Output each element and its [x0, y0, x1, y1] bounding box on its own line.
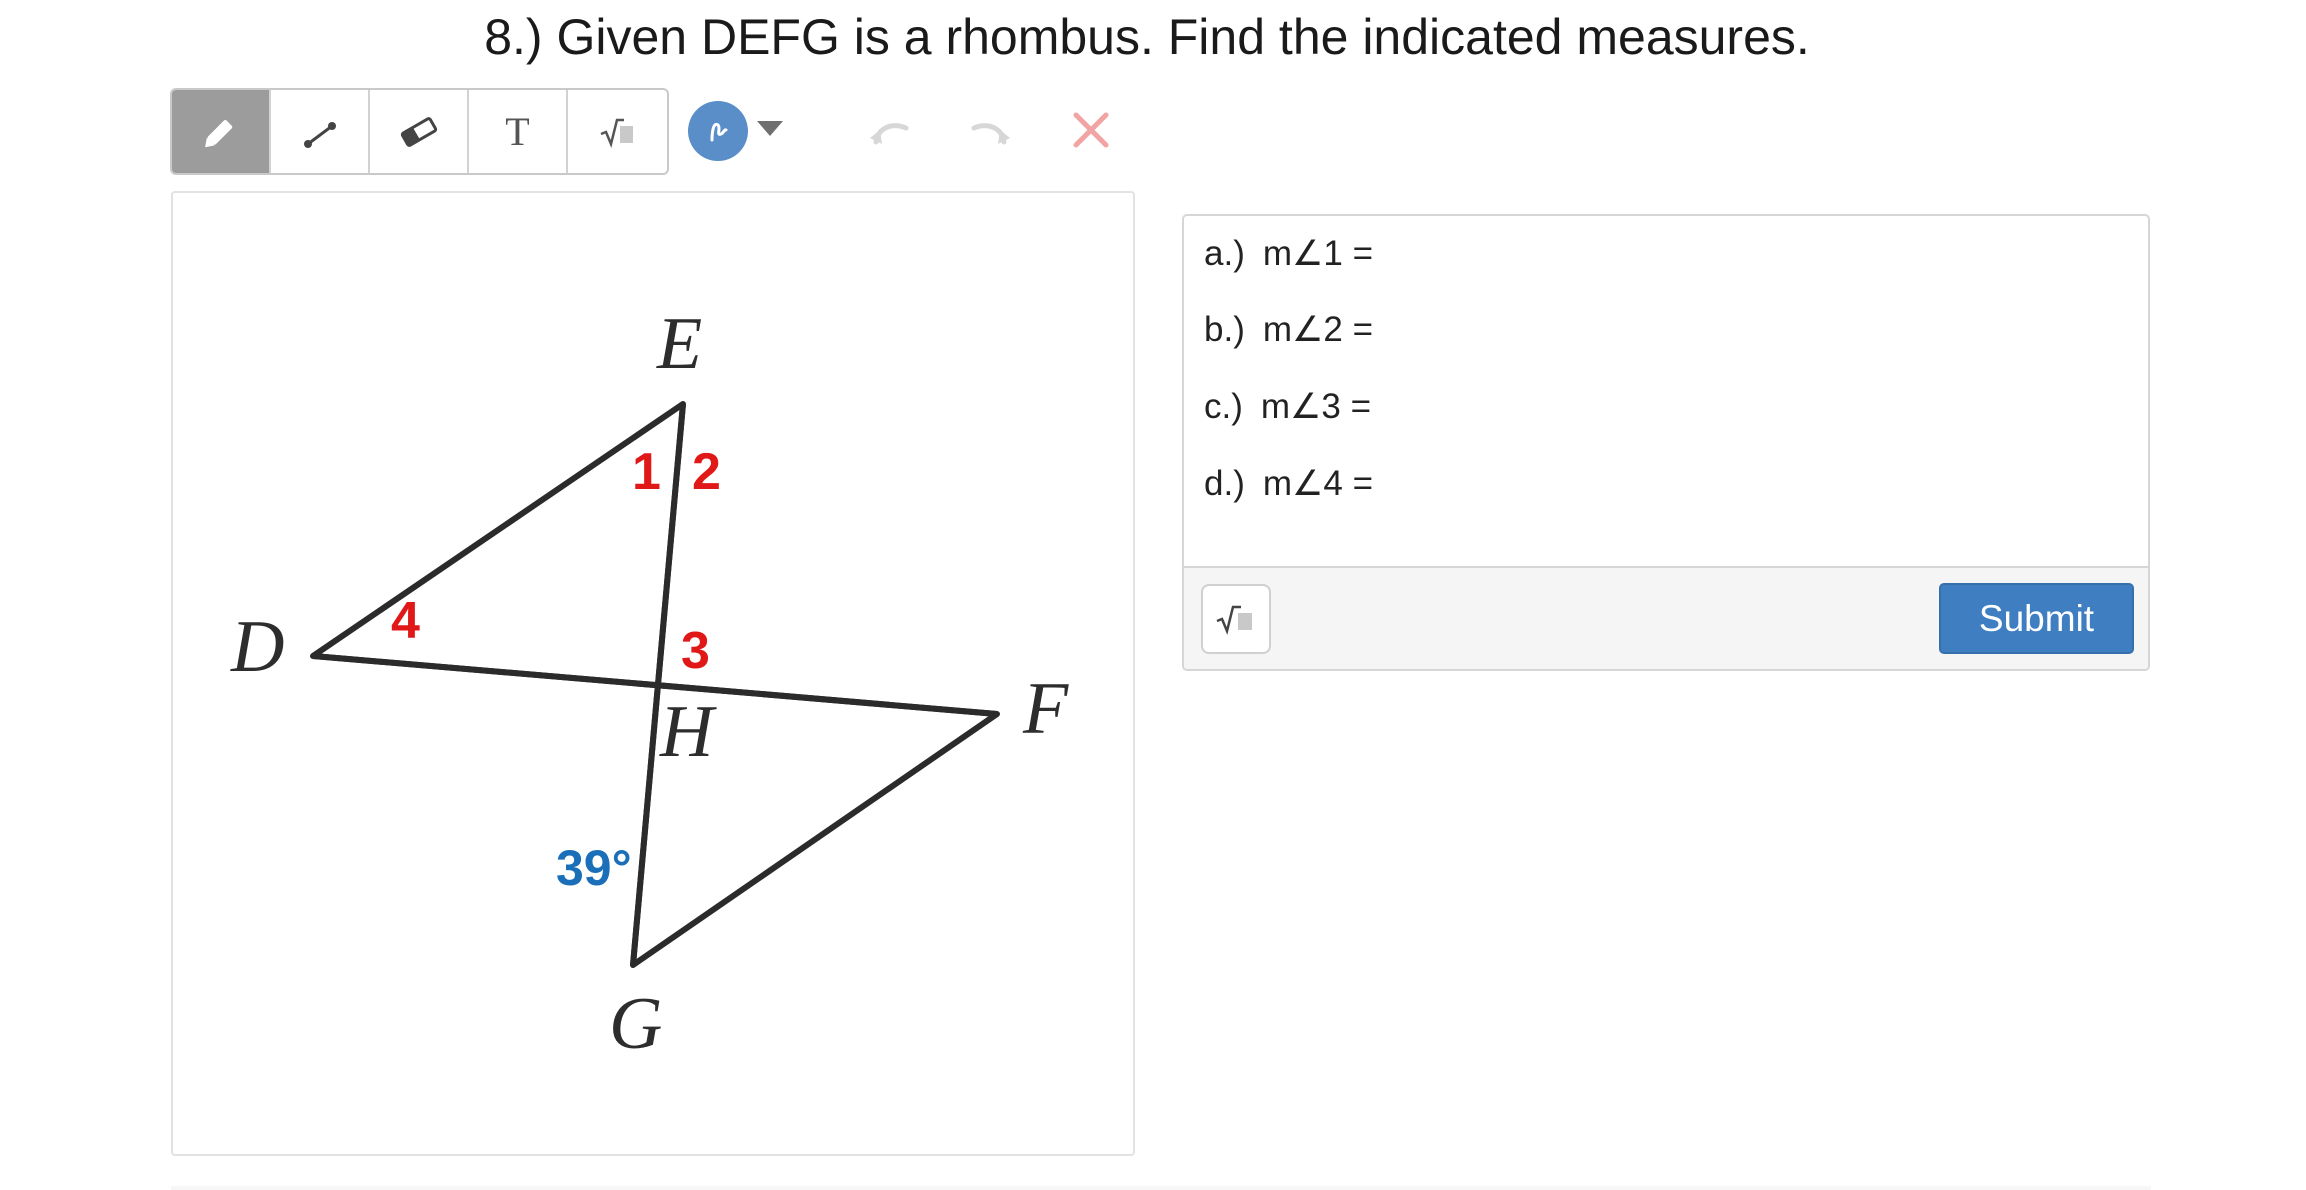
chevron-down-icon[interactable]: [757, 121, 783, 136]
text-tool-button[interactable]: T: [469, 90, 568, 173]
drawing-canvas[interactable]: E D F G H 1 2 3 4 39°: [171, 191, 1135, 1156]
eraser-tool-button[interactable]: [370, 90, 469, 173]
pencil-icon: [204, 119, 232, 147]
vertex-label-e: E: [656, 303, 702, 385]
question-title-text: 8.) Given DEFG is a rhombus. Find the in…: [484, 9, 1810, 65]
answer-line-a: a.) m∠1 =: [1204, 234, 1373, 274]
answer-label: d.): [1204, 464, 1245, 503]
angle-label-1: 1: [632, 443, 661, 501]
drawing-toolbar: T: [170, 88, 669, 175]
clear-icon[interactable]: [1072, 111, 1110, 149]
answer-expression: m∠3 =: [1260, 387, 1372, 426]
given-angle-label: 39°: [556, 840, 632, 896]
angle-label-4: 4: [391, 592, 420, 650]
math-tool-button[interactable]: [568, 90, 667, 173]
page: 8.) Given DEFG is a rhombus. Find the in…: [0, 0, 2306, 1190]
line-segment-icon: [303, 121, 336, 148]
rhombus-figure: E D F G H 1 2 3 4 39°: [230, 303, 1069, 1065]
answer-label: c.): [1204, 387, 1243, 426]
vertex-label-g: G: [609, 983, 662, 1065]
angle-label-3: 3: [681, 622, 710, 680]
squiggle-icon: [710, 122, 728, 142]
color-picker-button[interactable]: [688, 101, 748, 161]
square-root-icon: [600, 118, 633, 148]
answer-panel: a.) m∠1 = b.) m∠2 = c.) m∠3 = d.) m∠4 = Subm…: [1182, 214, 2150, 671]
undo-icon[interactable]: [868, 112, 914, 146]
math-input-button[interactable]: [1201, 584, 1271, 654]
question-title: 8.) Given DEFG is a rhombus. Find the in…: [0, 8, 2306, 66]
vertex-label-f: F: [1022, 668, 1069, 750]
angle-label-2: 2: [692, 443, 721, 501]
answer-input-area[interactable]: a.) m∠1 = b.) m∠2 = c.) m∠3 = d.) m∠4 =: [1184, 216, 2148, 566]
redo-icon[interactable]: [966, 112, 1012, 146]
pencil-tool-button[interactable]: [172, 90, 271, 173]
square-root-icon: [1216, 605, 1252, 635]
vertex-label-d: D: [230, 606, 284, 688]
answer-expression: m∠2 =: [1262, 310, 1374, 349]
answer-line-b: b.) m∠2 =: [1204, 310, 1373, 350]
line-tool-button[interactable]: [271, 90, 370, 173]
vertex-label-h: H: [659, 691, 717, 773]
answer-expression: m∠4 =: [1262, 464, 1374, 503]
submit-button[interactable]: Submit: [1939, 583, 2134, 654]
answer-line-d: d.) m∠4 =: [1204, 464, 1373, 504]
answer-footer: Submit: [1184, 566, 2148, 669]
page-bottom-divider: [171, 1186, 2151, 1190]
answer-label: a.): [1204, 234, 1245, 273]
text-tool-icon: T: [505, 109, 530, 154]
answer-label: b.): [1204, 310, 1245, 349]
answer-line-c: c.) m∠3 =: [1204, 387, 1371, 427]
eraser-icon: [400, 116, 437, 147]
answer-expression: m∠1 =: [1262, 234, 1374, 273]
